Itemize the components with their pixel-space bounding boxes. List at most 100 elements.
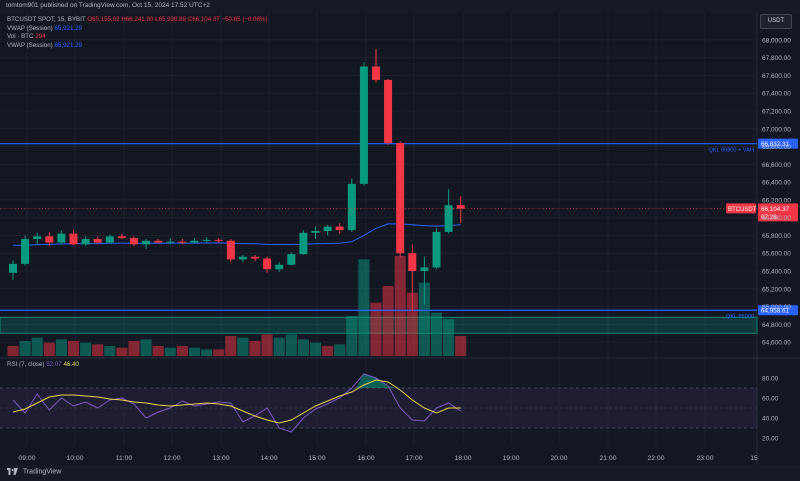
- currency-button[interactable]: USDT: [760, 14, 792, 29]
- volume-bar: [188, 347, 201, 356]
- volume-bar: [346, 316, 358, 356]
- candle-body: [21, 239, 30, 264]
- volume-bar: [164, 347, 176, 356]
- time-tick-label: 23:00: [696, 455, 713, 462]
- candle-body: [456, 205, 465, 209]
- candle-body: [178, 241, 187, 243]
- legend-high: H66,241.80: [121, 16, 154, 23]
- candle-body: [299, 232, 308, 255]
- time-tick-label: 20:00: [550, 455, 567, 462]
- legend-vwap2-row[interactable]: VWAP (Session) 65,921.29: [7, 42, 268, 51]
- candle-body: [263, 258, 272, 270]
- footer-brand: TradingView: [22, 468, 62, 476]
- time-tick-label: 12:00: [163, 455, 180, 462]
- chart-svg[interactable]: QKL 66800 + VAH66,832.31QKL 6500064,958.…: [0, 13, 800, 465]
- candle-body: [444, 205, 453, 232]
- legend-volume-value: 294: [35, 33, 46, 41]
- volume-bar: [430, 312, 443, 356]
- candle-body: [154, 240, 163, 243]
- time-tick-label: 15: [750, 455, 758, 462]
- volume-bar: [285, 334, 297, 356]
- candle-body: [45, 236, 54, 243]
- chart-area[interactable]: QKL 66800 + VAH 66,832.31 QKL 65000 64,958.…: [0, 13, 800, 465]
- price-tick-label: 65,400.00: [762, 269, 791, 276]
- legend-volume-label: Vol · BTC: [7, 33, 34, 41]
- price-tick-label: 65,600.00: [762, 251, 791, 258]
- candle-body: [420, 267, 429, 271]
- time-tick-label: 11:00: [116, 455, 133, 462]
- volume-bar: [104, 346, 116, 356]
- time-tick-label: 21:00: [599, 455, 616, 462]
- tradingview-logo[interactable]: TradingView: [7, 468, 61, 475]
- candle-body: [384, 79, 393, 143]
- rsi-tick-label: 40.00: [762, 416, 779, 423]
- candle-body: [335, 226, 344, 231]
- rsi-value: 52.07: [46, 361, 62, 368]
- candle-body: [347, 183, 356, 231]
- candle-body: [311, 231, 320, 233]
- legend-vwap1-row[interactable]: VWAP (Session) 65,921.29: [7, 25, 268, 34]
- candle-body: [432, 231, 441, 268]
- time-tick-label: 18:00: [454, 455, 471, 462]
- legend-open: O65,155.02: [87, 16, 120, 23]
- candle-body: [81, 239, 90, 245]
- candle-body: [105, 236, 114, 243]
- legend-volume-row[interactable]: Vol · BTC 294: [7, 33, 268, 42]
- volume-bar: [261, 334, 273, 356]
- rsi-legend[interactable]: RSI (7, close) 52.07 46.40: [7, 361, 79, 368]
- rsi-label: RSI (7, close): [7, 361, 45, 368]
- time-tick-label: 14:00: [260, 455, 277, 462]
- volume-bar: [334, 344, 346, 356]
- volume-bar: [297, 339, 309, 356]
- volume-bar: [7, 346, 19, 356]
- candle-body: [275, 264, 284, 270]
- candle-body: [33, 236, 42, 239]
- price-tick-label: 66,800.00: [762, 144, 791, 151]
- candle-body: [396, 143, 405, 254]
- price-tick-label: 67,200.00: [762, 109, 791, 116]
- volume-bar: [237, 337, 249, 356]
- volume-bar: [213, 349, 225, 356]
- volume-bar: [152, 346, 164, 356]
- legend-close: C66,104.37: [187, 16, 220, 23]
- time-tick-label: 13:00: [212, 455, 229, 462]
- candle-body: [130, 238, 138, 245]
- legend-ohlc-row: BTCUSDT SPOT, 15, BYBIT O65,155.02 H66,2…: [7, 16, 268, 25]
- tradingview-logo-icon: [7, 468, 18, 475]
- legend-vwap2-label: VWAP (Session): [7, 41, 53, 49]
- candle-body: [117, 236, 126, 239]
- time-tick-label: 09:00: [18, 455, 35, 462]
- volume-bar: [382, 286, 394, 356]
- price-tick-label: 67,400.00: [762, 91, 791, 98]
- legend-low: L65,936.88: [155, 16, 187, 23]
- rsi-tick-label: 20.00: [762, 436, 779, 443]
- price-tick-label: 64,800.00: [762, 322, 791, 329]
- candle-body: [372, 66, 380, 80]
- candle-body: [142, 240, 151, 245]
- volume-bar: [309, 342, 322, 356]
- volume-bar: [455, 336, 467, 356]
- candle-body: [9, 263, 17, 273]
- candle-body: [238, 256, 247, 260]
- price-tick-label: 66,400.00: [762, 180, 791, 187]
- price-tick-label: 67,600.00: [762, 73, 791, 80]
- volume-bar: [358, 259, 370, 356]
- rsi-tick-label: 60.00: [762, 396, 779, 403]
- candle-body: [214, 239, 223, 241]
- volume-bar: [116, 347, 128, 356]
- volume-bar: [225, 336, 237, 356]
- volume-bar: [31, 337, 43, 356]
- footer: TradingView: [0, 465, 800, 481]
- last-price-symbol: BTCUSDT: [728, 207, 757, 213]
- volume-bar: [140, 339, 152, 356]
- volume-bar: [128, 341, 140, 356]
- time-tick-label: 10:00: [66, 455, 83, 462]
- rsi-tick-label: 80.00: [762, 376, 779, 383]
- price-tick-label: 65,800.00: [762, 233, 791, 240]
- candle-body: [251, 256, 259, 259]
- legend-change: −50.65 (−0.08%): [221, 16, 268, 23]
- rsi-band: [0, 388, 757, 428]
- time-tick-label: 17:00: [405, 455, 422, 462]
- candle-body: [359, 66, 368, 184]
- time-tick-label: 22:00: [647, 455, 664, 462]
